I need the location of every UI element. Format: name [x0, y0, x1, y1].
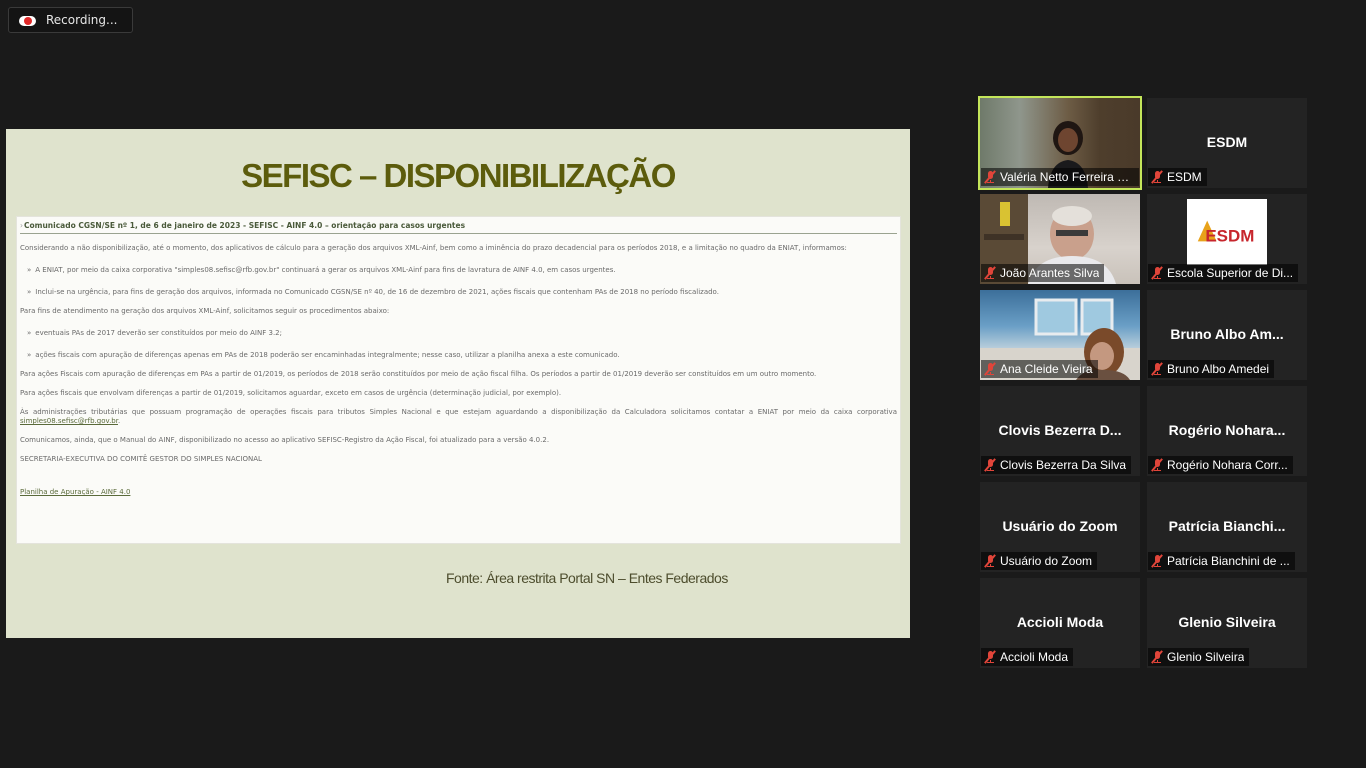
participant-name: Glenio Silveira	[1178, 614, 1276, 630]
mic-muted-icon	[984, 170, 996, 184]
email-link: simples08.sefisc@rfb.gov.br	[20, 417, 118, 425]
participant-tile[interactable]: Valéria Netto Ferreira C...	[978, 96, 1142, 190]
participant-name: Accioli Moda	[1016, 614, 1104, 630]
participant-label: Valéria Netto Ferreira C...	[981, 168, 1139, 186]
recording-label: Recording...	[46, 13, 118, 27]
mic-muted-icon	[1151, 266, 1163, 280]
doc-paragraph: Comunicamos, ainda, que o Manual do AINF…	[20, 436, 550, 444]
cloud-record-icon	[19, 14, 36, 27]
document-screenshot: ›Comunicado CGSN/SE nº 1, de 6 de janeir…	[16, 216, 901, 544]
participant-name: Clovis Bezerra D...	[998, 422, 1122, 438]
participant-label: Usuário do Zoom	[981, 552, 1098, 570]
participant-label: Clovis Bezerra Da Silva	[981, 456, 1132, 474]
participant-name: Patrícia Bianchi...	[1168, 518, 1286, 534]
doc-signature: SECRETARIA-EXECUTIVA DO COMITÊ GESTOR DO…	[20, 455, 262, 463]
doc-paragraph: Às administrações tributárias que possua…	[20, 408, 897, 425]
participant-label: Ana Cleide Vieira	[981, 360, 1098, 378]
spreadsheet-link: Planilha de Apuração - AINF 4.0	[20, 488, 131, 496]
participant-name: ESDM	[1206, 134, 1248, 150]
mic-muted-icon	[1151, 362, 1163, 376]
participant-tile[interactable]: Accioli Moda Accioli Moda	[980, 578, 1140, 668]
doc-paragraph: Para ações fiscais que envolvam diferenç…	[20, 389, 562, 397]
esdm-logo-mark: ESDM	[1197, 220, 1254, 245]
mic-muted-icon	[984, 554, 996, 568]
participant-label: Bruno Albo Amedei	[1148, 360, 1275, 378]
participant-name: Usuário do Zoom	[1002, 518, 1118, 534]
recording-indicator[interactable]: Recording...	[8, 7, 133, 33]
mic-muted-icon	[984, 458, 996, 472]
doc-paragraph: Para fins de atendimento na geração dos …	[20, 307, 390, 315]
doc-heading: ›Comunicado CGSN/SE nº 1, de 6 de janeir…	[20, 221, 897, 234]
participant-tile[interactable]: ESDM ESDM	[1147, 98, 1307, 188]
doc-list-item: ações fiscais com apuração de diferenças…	[20, 351, 897, 360]
participant-tile[interactable]: Ana Cleide Vieira	[980, 290, 1140, 380]
mic-muted-icon	[1151, 170, 1163, 184]
participant-tile[interactable]: Bruno Albo Am... Bruno Albo Amedei	[1147, 290, 1307, 380]
doc-list-item: eventuais PAs de 2017 deverão ser consti…	[20, 329, 897, 338]
participant-label: Accioli Moda	[981, 648, 1074, 666]
participant-label: ESDM	[1148, 168, 1207, 186]
participant-name: Rogério Nohara...	[1168, 422, 1286, 438]
participant-tile[interactable]: ESDM Escola Superior de Di...	[1147, 194, 1307, 284]
mic-muted-icon	[1151, 554, 1163, 568]
slide-title: SEFISC – DISPONIBILIZAÇÃO	[241, 157, 676, 194]
participant-tile[interactable]: Glenio Silveira Glenio Silveira	[1147, 578, 1307, 668]
mic-muted-icon	[984, 266, 996, 280]
mic-muted-icon	[984, 362, 996, 376]
participant-tile[interactable]: Clovis Bezerra D... Clovis Bezerra Da Si…	[980, 386, 1140, 476]
esdm-logo: ESDM	[1187, 199, 1267, 265]
doc-list-item: Inclui-se na urgência, para fins de gera…	[20, 288, 897, 297]
participant-label: Patrícia Bianchini de ...	[1148, 552, 1295, 570]
participant-tile[interactable]: Rogério Nohara... Rogério Nohara Corr...	[1147, 386, 1307, 476]
svg-text:ESDM: ESDM	[1205, 226, 1254, 245]
participant-label: Glenio Silveira	[1148, 648, 1250, 666]
participant-tile[interactable]: Usuário do Zoom Usuário do Zoom	[980, 482, 1140, 572]
doc-list-item: A ENIAT, por meio da caixa corporativa "…	[20, 266, 897, 275]
mic-muted-icon	[1151, 458, 1163, 472]
shared-screen[interactable]: SEFISC – DISPONIBILIZAÇÃO ›Comunicado CG…	[6, 129, 910, 638]
participant-name: Bruno Albo Am...	[1170, 326, 1284, 342]
participant-label: Rogério Nohara Corr...	[1148, 456, 1293, 474]
mic-muted-icon	[984, 650, 996, 664]
participant-tile[interactable]: Patrícia Bianchi... Patrícia Bianchini d…	[1147, 482, 1307, 572]
participant-tile[interactable]: João Arantes Silva	[980, 194, 1140, 284]
doc-paragraph: Para ações Fiscais com apuração de difer…	[20, 370, 817, 378]
doc-paragraph: Considerando a não disponibilização, até…	[20, 244, 847, 252]
participant-label: João Arantes Silva	[981, 264, 1105, 282]
mic-muted-icon	[1151, 650, 1163, 664]
slide-source: Fonte: Área restrita Portal SN – Entes F…	[446, 570, 728, 586]
participant-label: Escola Superior de Di...	[1148, 264, 1299, 282]
